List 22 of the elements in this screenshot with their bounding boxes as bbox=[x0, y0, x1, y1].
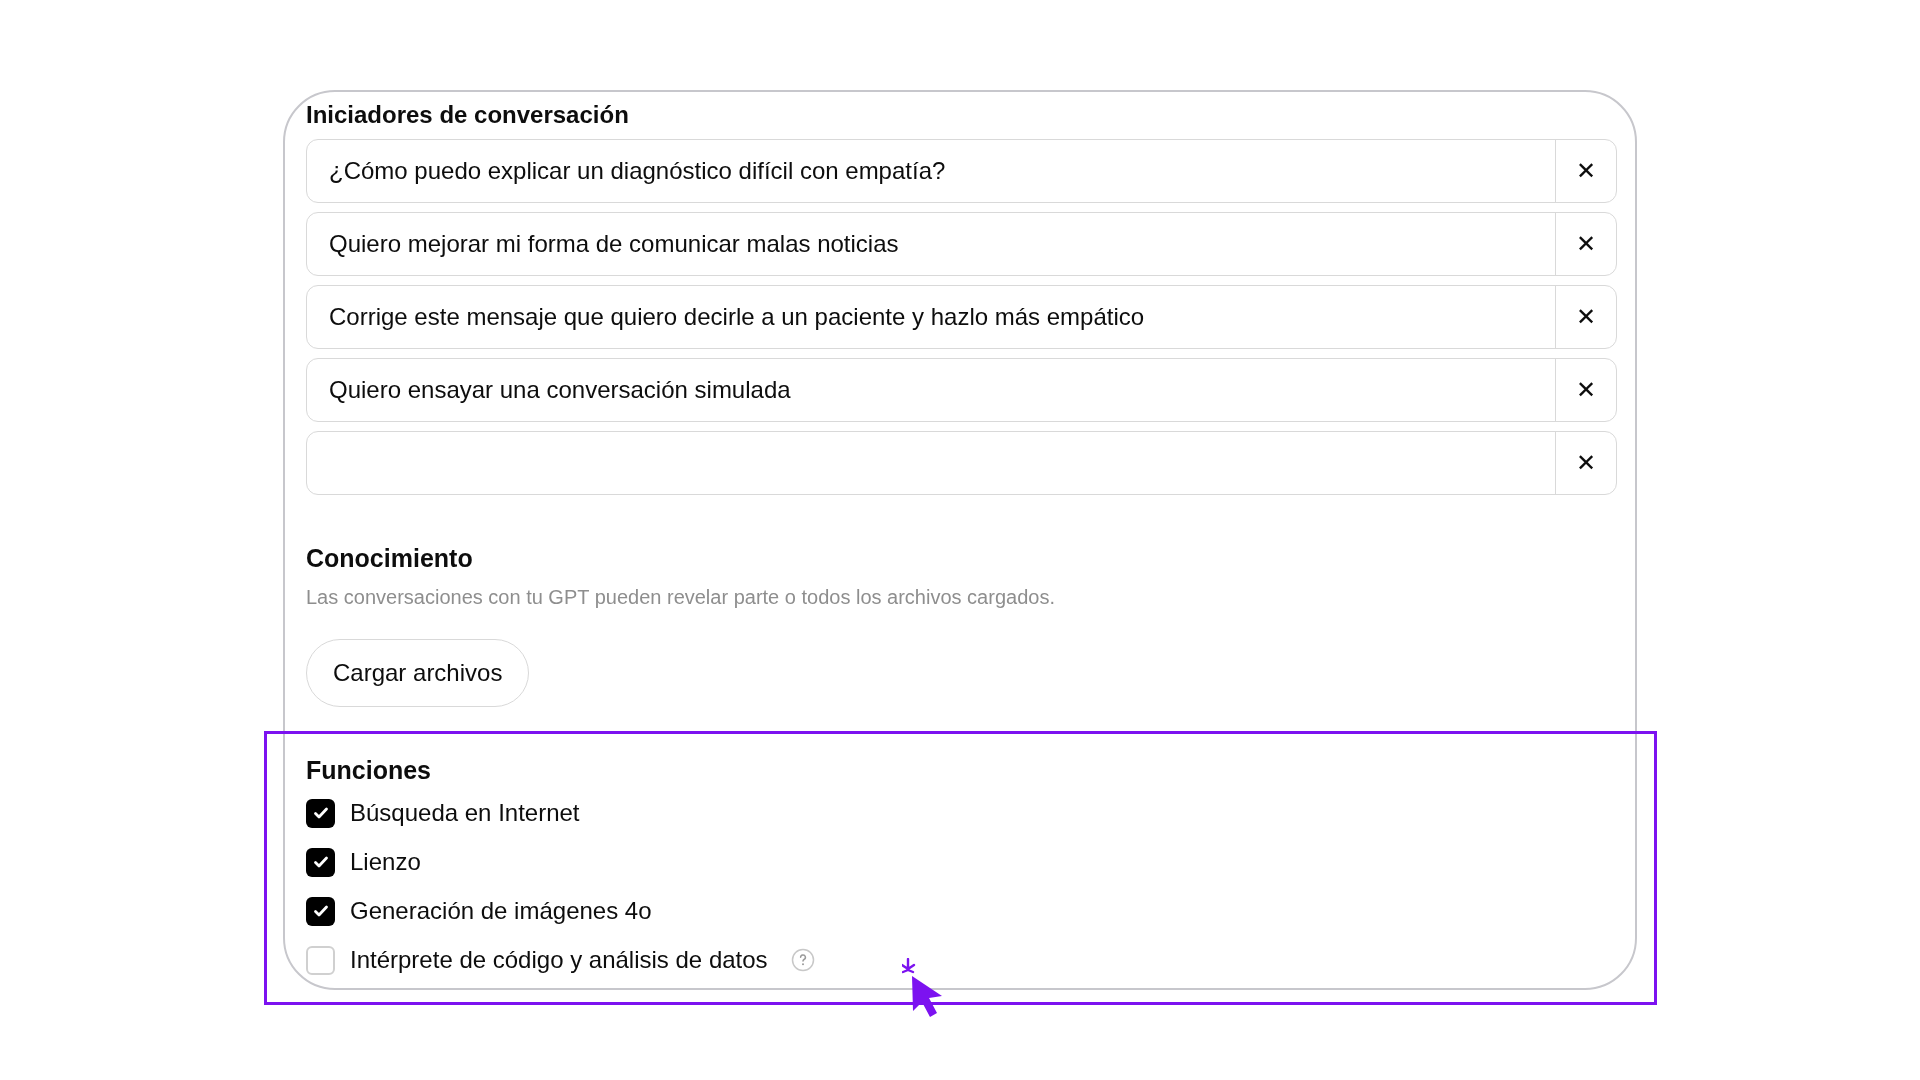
section-heading: Iniciadores de conversación bbox=[306, 101, 629, 129]
checkbox[interactable] bbox=[306, 945, 335, 975]
starter-field[interactable]: Corrige este mensaje que quiero decirle a un paciente y hazlo más empático ✕ bbox=[306, 285, 1617, 349]
section-description: Las conversaciones con tu GPT pueden revelar parte o todos los archivos cargados. bbox=[306, 585, 1055, 609]
checkbox[interactable] bbox=[306, 896, 335, 926]
remove-button[interactable]: ✕ bbox=[1555, 140, 1616, 202]
checkbox-label: Generación de imágenes 4o bbox=[350, 896, 652, 926]
starter-field[interactable]: Quiero ensayar una conversación simulada ✕ bbox=[306, 358, 1617, 422]
remove-button[interactable]: ✕ bbox=[1555, 213, 1616, 275]
starter-field[interactable]: Quiero mejorar mi forma de comunicar malas noticias ✕ bbox=[306, 212, 1617, 276]
starter-field[interactable]: ¿Cómo puedo explicar un diagnóstico difícil con empatía? ✕ bbox=[306, 139, 1617, 203]
remove-button[interactable]: ✕ bbox=[1555, 359, 1616, 421]
checkbox[interactable] bbox=[306, 798, 335, 828]
section-heading: Conocimiento bbox=[306, 543, 473, 573]
checkbox-label: Intérprete de código y análisis de datos bbox=[350, 945, 768, 975]
checkbox-label: Lienzo bbox=[350, 847, 421, 877]
starter-field[interactable]: ✕ bbox=[306, 431, 1617, 495]
remove-button[interactable]: ✕ bbox=[1555, 432, 1616, 494]
checkbox[interactable] bbox=[306, 847, 335, 877]
section-heading: Funciones bbox=[306, 755, 431, 785]
checkbox-label: Búsqueda en Internet bbox=[350, 798, 580, 828]
remove-button[interactable]: ✕ bbox=[1555, 286, 1616, 348]
